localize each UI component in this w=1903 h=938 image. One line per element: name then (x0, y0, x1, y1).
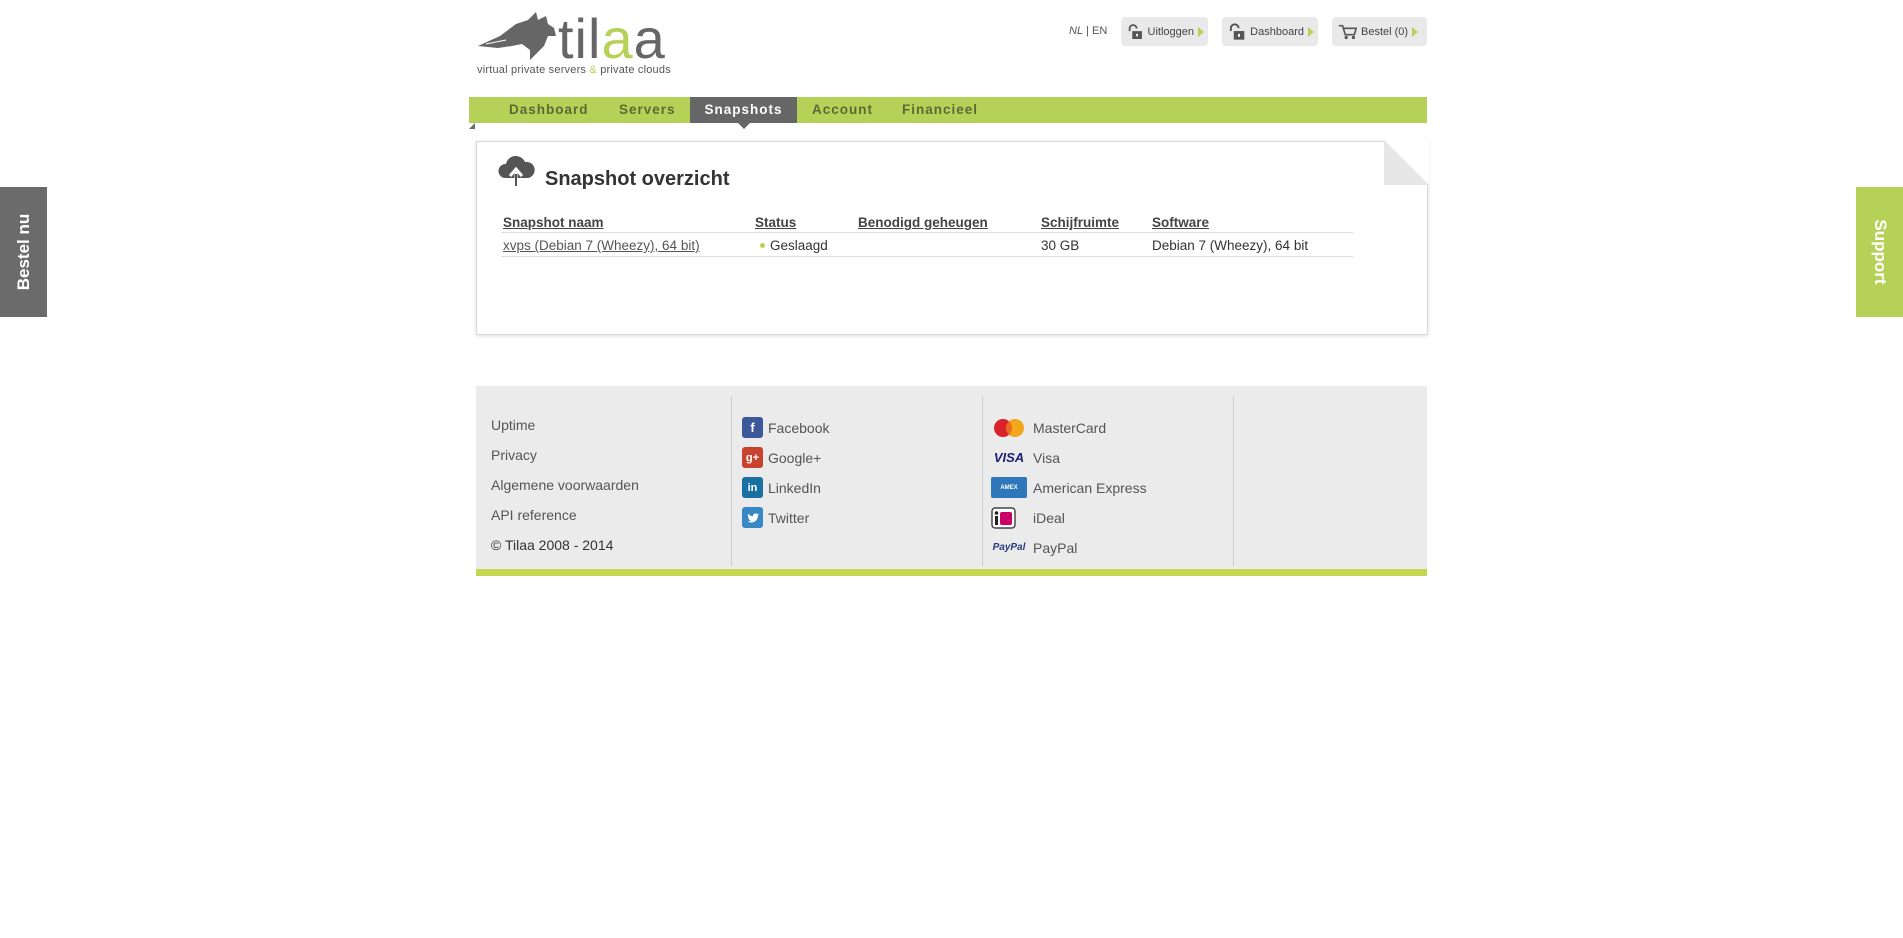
logo-tagline: virtual private servers & private clouds (477, 64, 671, 76)
support-label: Support (1870, 219, 1890, 285)
footer-link-facebook[interactable]: f Facebook (742, 417, 829, 438)
nav-item-snapshots[interactable]: Snapshots (690, 97, 797, 129)
snapshot-software: Debian 7 (Wheezy), 64 bit (1150, 232, 1353, 257)
payment-mastercard: MasterCard (991, 417, 1106, 438)
ideal-icon (991, 506, 1027, 529)
unlock-icon (1128, 23, 1142, 39)
footer-col-social: f Facebook g+ Google+ in LinkedIn Twitter (731, 396, 982, 566)
logout-label: Uitloggen (1147, 25, 1194, 38)
facebook-icon: f (742, 417, 763, 438)
ideal-label: iDeal (1033, 509, 1065, 526)
arrow-right-icon (1412, 26, 1419, 37)
wolf-logo-icon (478, 12, 556, 60)
linkedin-label: LinkedIn (768, 479, 821, 496)
nav-fold-decoration (469, 123, 475, 129)
logo-word-part: a (633, 7, 666, 70)
lang-en-link[interactable]: EN (1092, 25, 1107, 37)
snapshot-panel: Snapshot overzicht Snapshot naam Status … (476, 140, 1429, 335)
order-now-label: Bestel nu (13, 213, 33, 291)
unlock-icon (1229, 22, 1245, 40)
tilaa-logo[interactable]: tilaa virtual private servers & private … (476, 7, 696, 82)
payment-ideal: iDeal (991, 506, 1065, 529)
col-header-status[interactable]: Status (753, 212, 856, 233)
cloud-upload-icon (498, 155, 535, 186)
footer-link-terms[interactable]: Algemene voorwaarden (491, 477, 639, 493)
arrow-right-icon (1308, 26, 1314, 37)
logo-word-accent: a (601, 7, 634, 70)
status-dot-icon (760, 242, 765, 248)
visa-icon: VISA (993, 450, 1025, 465)
googleplus-label: Google+ (768, 449, 822, 466)
footer-link-googleplus[interactable]: g+ Google+ (742, 447, 821, 468)
visa-label: Visa (1033, 449, 1060, 466)
footer-col-payments: MasterCard VISA Visa AMEX American Express… (982, 396, 1233, 566)
google-plus-icon: g+ (742, 447, 763, 468)
support-side-tab[interactable]: Support (1856, 187, 1903, 317)
payment-amex: AMEX American Express (991, 477, 1147, 498)
footer-copyright: © Tilaa 2008 - 2014 (491, 537, 614, 553)
main-nav: Dashboard Servers Snapshots Account Fina… (469, 97, 1427, 129)
snapshot-table: Snapshot naam Status Benodigd geheugen S… (501, 212, 1353, 257)
facebook-label: Facebook (768, 419, 830, 436)
col-header-disk[interactable]: Schijfruimte (1039, 212, 1150, 233)
page-title: Snapshot overzicht (545, 168, 730, 190)
dashboard-label: Dashboard (1250, 25, 1304, 38)
footer-link-twitter[interactable]: Twitter (742, 507, 809, 528)
col-header-name[interactable]: Snapshot naam (501, 212, 753, 233)
paypal-icon: PayPal (992, 542, 1026, 553)
snapshot-disk: 30 GB (1039, 232, 1150, 257)
linkedin-icon: in (742, 477, 763, 498)
table-header-row: Snapshot naam Status Benodigd geheugen S… (501, 212, 1353, 233)
footer-link-privacy[interactable]: Privacy (491, 447, 537, 463)
snapshot-status: Geslaagd (770, 238, 828, 253)
logout-button[interactable]: Uitloggen (1121, 17, 1208, 46)
snapshot-memory (856, 232, 1039, 257)
amex-label: American Express (1033, 479, 1147, 496)
nav-item-dashboard[interactable]: Dashboard (509, 97, 589, 123)
nav-item-financieel[interactable]: Financieel (902, 97, 978, 123)
footer-link-api-reference[interactable]: API reference (491, 507, 577, 523)
amex-icon: AMEX (991, 477, 1027, 498)
nav-item-servers[interactable]: Servers (619, 97, 676, 123)
lang-nl-link[interactable]: NL (1069, 25, 1083, 37)
language-switcher: NL | EN (1069, 25, 1107, 37)
mastercard-icon (991, 417, 1027, 438)
twitter-icon (742, 507, 763, 528)
lang-separator: | (1086, 25, 1089, 37)
tagline-amp: & (589, 64, 597, 76)
payment-visa: VISA Visa (991, 447, 1060, 468)
col-header-software[interactable]: Software (1150, 212, 1353, 233)
order-label: Bestel (0) (1361, 25, 1409, 38)
dashboard-button[interactable]: Dashboard (1222, 17, 1318, 46)
logo-word-part: til (558, 7, 602, 70)
table-row: xvps (Debian 7 (Wheezy), 64 bit) Geslaag… (501, 232, 1353, 257)
cart-icon (1338, 24, 1358, 39)
footer-link-linkedin[interactable]: in LinkedIn (742, 477, 821, 498)
footer-col-empty (1233, 396, 1427, 566)
footer: Uptime Privacy Algemene voorwaarden API … (476, 386, 1427, 576)
snapshot-name-link[interactable]: xvps (Debian 7 (Wheezy), 64 bit) (503, 238, 700, 253)
tagline-part: private clouds (600, 64, 671, 76)
panel-folded-corner (1384, 140, 1429, 185)
col-header-memory[interactable]: Benodigd geheugen (856, 212, 1039, 233)
order-cart-button[interactable]: Bestel (0) (1332, 17, 1427, 46)
twitter-label: Twitter (768, 509, 810, 526)
tagline-part: virtual private servers (477, 64, 587, 76)
arrow-right-icon (1198, 26, 1204, 37)
payment-paypal: PayPal PayPal (991, 537, 1078, 558)
footer-col-info: Uptime Privacy Algemene voorwaarden API … (476, 396, 731, 566)
nav-item-account[interactable]: Account (812, 97, 873, 123)
order-now-side-tab[interactable]: Bestel nu (0, 187, 47, 317)
mastercard-label: MasterCard (1033, 419, 1107, 436)
paypal-label: PayPal (1033, 539, 1078, 556)
footer-link-uptime[interactable]: Uptime (491, 417, 535, 433)
